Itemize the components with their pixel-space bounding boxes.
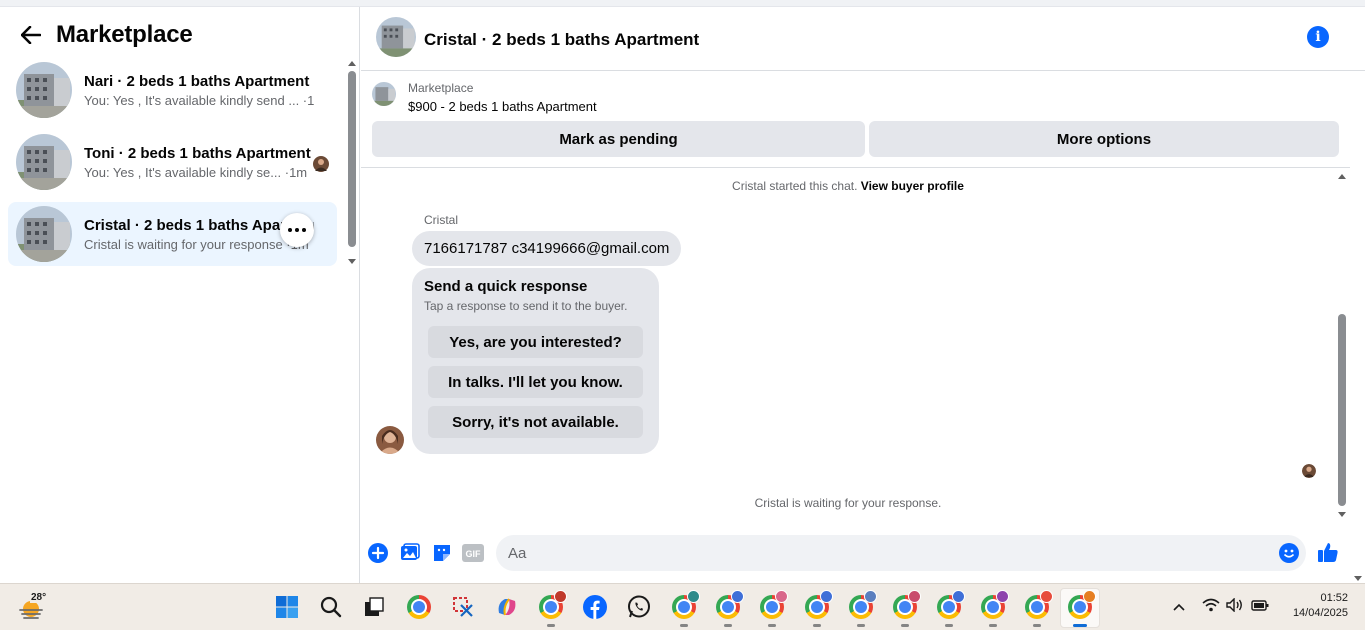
facebook-icon[interactable] [582, 594, 608, 620]
clock-date: 14/04/2025 [1292, 607, 1348, 619]
message-thread: Cristal started this chat. View buyer pr… [361, 168, 1335, 525]
chat-title[interactable]: Cristal · 2 beds 1 baths Apartment [424, 30, 699, 50]
like-thumb-icon[interactable] [1317, 541, 1339, 563]
wifi-icon[interactable] [1202, 598, 1220, 615]
chat-scrollbar[interactable] [1336, 168, 1348, 525]
chrome-profile-icon[interactable] [715, 590, 744, 627]
system-clock[interactable]: 01:52 14/04/2025 [1276, 591, 1348, 621]
listing-banner: Marketplace $900 - 2 beds 1 baths Apartm… [361, 71, 1350, 168]
chrome-profile-icon[interactable] [892, 590, 921, 627]
listing-avatar[interactable] [376, 17, 416, 57]
waiting-notice: Cristal is waiting for your response. [754, 496, 942, 510]
windows-taskbar: 28° 01:52 14/04/2025 [0, 583, 1365, 630]
conversation-item[interactable]: Nari · 2 beds 1 baths Apartment You: Yes… [8, 58, 337, 122]
volume-icon[interactable] [1226, 597, 1244, 615]
quick-response-button[interactable]: Yes, are you interested? [428, 326, 643, 358]
search-icon[interactable] [318, 594, 344, 620]
quick-response-button[interactable]: Sorry, it's not available. [428, 406, 643, 438]
conversation-preview: Cristal is waiting for your response ·1m [84, 236, 309, 252]
plus-icon[interactable] [367, 542, 389, 564]
chrome-profile-icon[interactable] [936, 590, 965, 627]
chrome-profile-icon[interactable] [759, 590, 788, 627]
messenger-app: Marketplace Nari · 2 beds 1 baths Apartm… [0, 0, 1365, 583]
weather-widget[interactable]: 28° [18, 592, 58, 622]
view-buyer-profile-link[interactable]: View buyer profile [861, 179, 964, 193]
tray-overflow-chevron-icon[interactable] [1172, 600, 1186, 615]
chrome-profile-icon[interactable] [1024, 590, 1053, 627]
photo-icon[interactable] [399, 542, 421, 564]
more-options-button[interactable]: More options [869, 121, 1339, 157]
chrome-profile-icon[interactable] [671, 590, 700, 627]
conversation-preview: You: Yes , It's available kindly se... ·… [84, 164, 308, 180]
conversation-more-button[interactable] [280, 213, 314, 247]
apartment-thumbnail [16, 134, 72, 190]
conversation-title: Toni · 2 beds 1 baths Apartment [84, 144, 311, 162]
back-arrow-icon[interactable] [20, 24, 42, 46]
chrome-icon[interactable] [406, 594, 432, 620]
listing-thumbnail[interactable] [372, 82, 396, 106]
weather-temperature: 28° [30, 592, 48, 603]
emoji-icon[interactable] [1278, 542, 1300, 564]
whatsapp-icon[interactable] [626, 594, 652, 620]
conversation-preview: You: Yes , It's available kindly send ..… [84, 92, 314, 108]
message-composer: GIF [361, 530, 1365, 578]
sender-avatar[interactable] [376, 426, 404, 454]
apartment-thumbnail [16, 62, 72, 118]
message-bubble[interactable]: 7166171787 c34199666@gmail.com [412, 231, 682, 266]
chat-scroll-thumb[interactable] [1338, 314, 1346, 506]
sidebar-scrollbar[interactable] [347, 59, 357, 269]
listing-category: Marketplace [408, 81, 474, 95]
chrome-profile-icon-active[interactable] [1067, 590, 1096, 627]
chrome-profile-icon[interactable] [980, 590, 1009, 627]
sidebar-scroll-thumb[interactable] [348, 71, 356, 247]
chrome-profile-icon[interactable] [848, 590, 877, 627]
sticker-icon[interactable] [431, 542, 453, 564]
quick-response-subtitle: Tap a response to send it to the buyer. [424, 299, 628, 313]
sender-name: Cristal [424, 213, 459, 227]
snipping-tool-icon[interactable] [450, 594, 476, 620]
quick-response-button[interactable]: In talks. I'll let you know. [428, 366, 643, 398]
copilot-icon[interactable] [494, 594, 520, 620]
conversation-item-active[interactable]: Cristal · 2 beds 1 baths Apartment Crist… [8, 202, 337, 266]
task-view-icon[interactable] [361, 594, 387, 620]
sidebar-title: Marketplace [56, 21, 193, 48]
clock-time: 01:52 [1320, 592, 1348, 604]
svg-text:GIF: GIF [466, 549, 482, 559]
chat-header: Cristal · 2 beds 1 baths Apartment i [361, 7, 1365, 71]
chat-started-text: Cristal started this chat. [732, 179, 858, 193]
chrome-profile-icon[interactable] [804, 590, 833, 627]
sidebar-header: Marketplace [20, 21, 193, 49]
conversation-title: Nari · 2 beds 1 baths Apartment [84, 72, 310, 90]
conversation-sidebar: Marketplace Nari · 2 beds 1 baths Apartm… [0, 7, 360, 583]
quick-response-card: Send a quick response Tap a response to … [412, 268, 659, 454]
battery-icon[interactable] [1251, 598, 1269, 615]
message-input[interactable] [496, 535, 1306, 571]
start-button[interactable] [274, 594, 300, 620]
conversation-item[interactable]: Toni · 2 beds 1 baths Apartment You: Yes… [8, 130, 337, 194]
info-icon[interactable]: i [1307, 26, 1329, 48]
chrome-profile-icon[interactable] [538, 590, 567, 627]
mark-pending-button[interactable]: Mark as pending [372, 121, 865, 157]
listing-price[interactable]: $900 - 2 beds 1 baths Apartment [408, 99, 597, 114]
top-border [0, 0, 1365, 7]
chat-started-notice: Cristal started this chat. View buyer pr… [361, 179, 1335, 193]
read-receipt-avatar [1302, 464, 1316, 478]
apartment-thumbnail [16, 206, 72, 262]
quick-response-title: Send a quick response [424, 278, 588, 295]
gif-icon[interactable]: GIF [462, 542, 484, 564]
seen-avatar [313, 156, 329, 172]
